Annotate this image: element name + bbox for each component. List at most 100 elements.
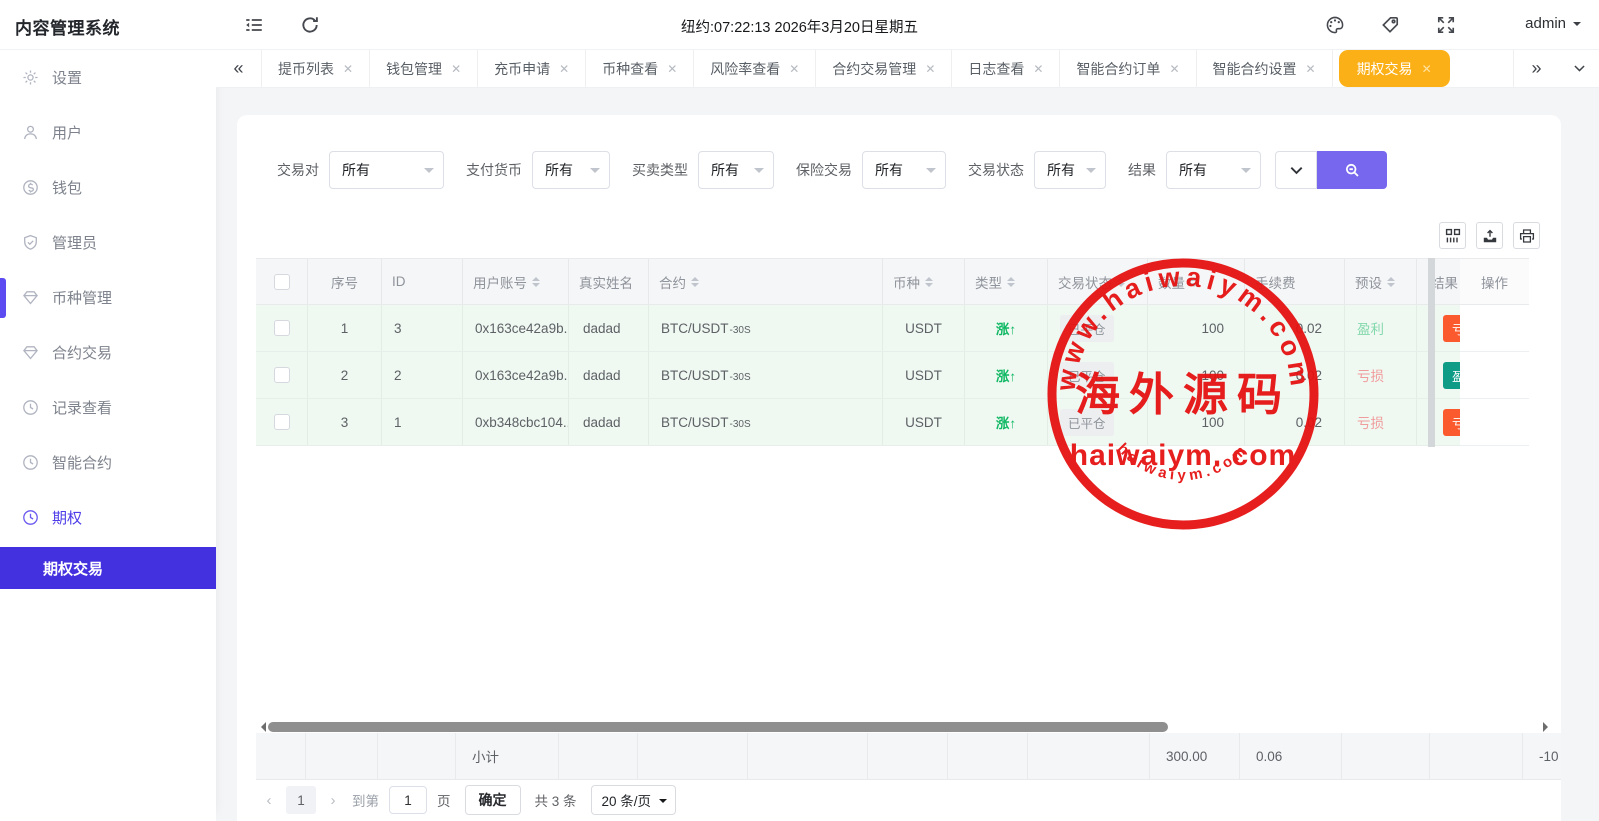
caret-down-icon — [926, 168, 936, 178]
tab-contract-trade-management[interactable]: 合约交易管理 — [816, 50, 952, 87]
sidebar-item-records[interactable]: 记录查看 — [0, 380, 216, 435]
table-vertical-scrollbar[interactable] — [1428, 258, 1435, 447]
horizontal-scrollbar[interactable] — [256, 720, 1553, 734]
search-icon — [1344, 162, 1361, 179]
cell-seq: 2 — [308, 352, 382, 398]
tab-close-icon[interactable] — [1033, 62, 1043, 76]
row-checkbox[interactable] — [274, 320, 290, 336]
tab-close-icon[interactable] — [667, 62, 677, 76]
tabs-scroll-left-button[interactable] — [216, 50, 262, 87]
tab-close-icon[interactable] — [559, 62, 569, 76]
tab-close-icon[interactable] — [343, 62, 353, 76]
cell-real-name: dadad — [569, 352, 649, 398]
table-row: 1 3 0x163ce42a9b... dadad BTC/USDT-30S U… — [256, 305, 1529, 352]
tab-options-trade-active[interactable]: 期权交易 — [1339, 50, 1450, 87]
tab-smart-contract-orders[interactable]: 智能合约订单 — [1060, 50, 1196, 87]
select-all-checkbox[interactable] — [274, 274, 290, 290]
buy-sell-type-select[interactable]: 所有 — [698, 151, 774, 189]
col-header-contract[interactable]: 合约 — [649, 259, 883, 304]
search-button[interactable] — [1317, 151, 1387, 189]
tab-close-icon[interactable] — [925, 62, 935, 76]
open-tabs-bar: 提币列表 钱包管理 充币申请 币种查看 风险率查看 合约交易管理 日志查看 智能… — [216, 50, 1599, 88]
tab-close-icon[interactable] — [451, 62, 461, 76]
export-icon — [1482, 228, 1498, 244]
row-checkbox[interactable] — [274, 367, 290, 383]
cell-seq: 1 — [308, 305, 382, 351]
trading-pair-select[interactable]: 所有 — [329, 151, 444, 189]
tab-close-icon[interactable] — [1169, 62, 1179, 76]
sidebar-fold-icon[interactable] — [244, 15, 264, 35]
result-select[interactable]: 所有 — [1166, 151, 1261, 189]
refresh-icon[interactable] — [300, 15, 320, 35]
tab-close-icon[interactable] — [1422, 62, 1432, 76]
sort-icon[interactable] — [1007, 277, 1015, 287]
sort-icon[interactable] — [1117, 277, 1125, 287]
column-settings-button[interactable] — [1439, 222, 1466, 249]
tab-close-icon[interactable] — [789, 62, 799, 76]
col-header-type[interactable]: 类型 — [965, 259, 1048, 304]
gear-icon — [22, 69, 39, 86]
tabs-dropdown-button[interactable] — [1559, 50, 1599, 87]
sort-icon[interactable] — [691, 277, 699, 287]
cell-account: 0xb348cbc104... — [463, 399, 569, 445]
page-number-button[interactable]: 1 — [286, 786, 316, 814]
col-header-coin[interactable]: 币种 — [883, 259, 965, 304]
print-button[interactable] — [1513, 222, 1540, 249]
scrollbar-thumb[interactable] — [268, 722, 1168, 732]
sidebar-item-contract-trade[interactable]: 合约交易 — [0, 325, 216, 380]
page-size-select[interactable]: 20 条/页 — [591, 785, 677, 815]
col-header-preset[interactable]: 预设 — [1345, 259, 1417, 304]
caret-down-icon — [1086, 168, 1096, 178]
tab-deposit-request[interactable]: 充币申请 — [478, 50, 586, 87]
trade-status-select[interactable]: 所有 — [1034, 151, 1106, 189]
goto-page-input[interactable] — [389, 786, 427, 814]
sidebar: 设置 用户 钱包 管理员 币种管理 合约交易 — [0, 50, 216, 821]
sidebar-item-coin-management[interactable]: 币种管理 — [0, 270, 216, 325]
sidebar-item-settings[interactable]: 设置 — [0, 50, 216, 105]
tab-coin-view[interactable]: 币种查看 — [586, 50, 694, 87]
caret-down-icon — [590, 168, 600, 178]
tab-withdraw-list[interactable]: 提币列表 — [262, 50, 370, 87]
cell-contract: BTC/USDT-30S — [649, 352, 883, 398]
tag-icon[interactable] — [1380, 15, 1400, 35]
next-page-button[interactable] — [320, 792, 346, 809]
sort-icon[interactable] — [532, 277, 540, 287]
tab-close-icon[interactable] — [1306, 62, 1316, 76]
sidebar-item-wallet[interactable]: 钱包 — [0, 160, 216, 215]
prev-page-button[interactable] — [256, 792, 282, 809]
cell-real-name: dadad — [569, 305, 649, 351]
cell-type: 涨↑ — [965, 399, 1048, 445]
page-unit-label: 页 — [437, 790, 451, 810]
scroll-left-arrow-icon[interactable] — [256, 722, 266, 732]
sidebar-item-smart-contract[interactable]: 智能合约 — [0, 435, 216, 490]
export-button[interactable] — [1476, 222, 1503, 249]
tab-wallet-management[interactable]: 钱包管理 — [370, 50, 478, 87]
sort-icon[interactable] — [1387, 277, 1395, 287]
tab-smart-contract-settings[interactable]: 智能合约设置 — [1197, 50, 1333, 87]
fullscreen-icon[interactable] — [1436, 15, 1456, 35]
sidebar-item-admins[interactable]: 管理员 — [0, 215, 216, 270]
table-toolbar — [1439, 222, 1540, 249]
sidebar-item-users[interactable]: 用户 — [0, 105, 216, 160]
tab-log-view[interactable]: 日志查看 — [952, 50, 1060, 87]
col-header-account[interactable]: 用户账号 — [463, 259, 569, 304]
confirm-button[interactable]: 确定 — [465, 785, 521, 815]
sidebar-subitem-options-trade-active[interactable]: 期权交易 — [0, 547, 216, 589]
tab-risk-rate-view[interactable]: 风险率查看 — [694, 50, 816, 87]
cell-contract: BTC/USDT-30S — [649, 399, 883, 445]
col-header-amount[interactable]: 数量 — [1148, 259, 1245, 304]
tabs-scroll-right-button[interactable] — [1513, 50, 1559, 87]
user-menu[interactable]: admin — [1525, 15, 1581, 32]
cell-preset: 盈利 — [1345, 305, 1417, 351]
insurance-trade-select[interactable]: 所有 — [862, 151, 946, 189]
more-filters-button[interactable] — [1275, 151, 1317, 189]
sort-icon[interactable] — [1190, 277, 1198, 287]
sort-icon[interactable] — [925, 277, 933, 287]
row-checkbox[interactable] — [274, 414, 290, 430]
theme-palette-icon[interactable] — [1325, 15, 1345, 35]
table-row: 2 2 0x163ce42a9b... dadad BTC/USDT-30S U… — [256, 352, 1529, 399]
col-header-status[interactable]: 交易状态 — [1048, 259, 1148, 304]
sidebar-item-options[interactable]: 期权 — [0, 490, 216, 545]
scroll-right-arrow-icon[interactable] — [1543, 722, 1553, 732]
pay-currency-select[interactable]: 所有 — [532, 151, 610, 189]
